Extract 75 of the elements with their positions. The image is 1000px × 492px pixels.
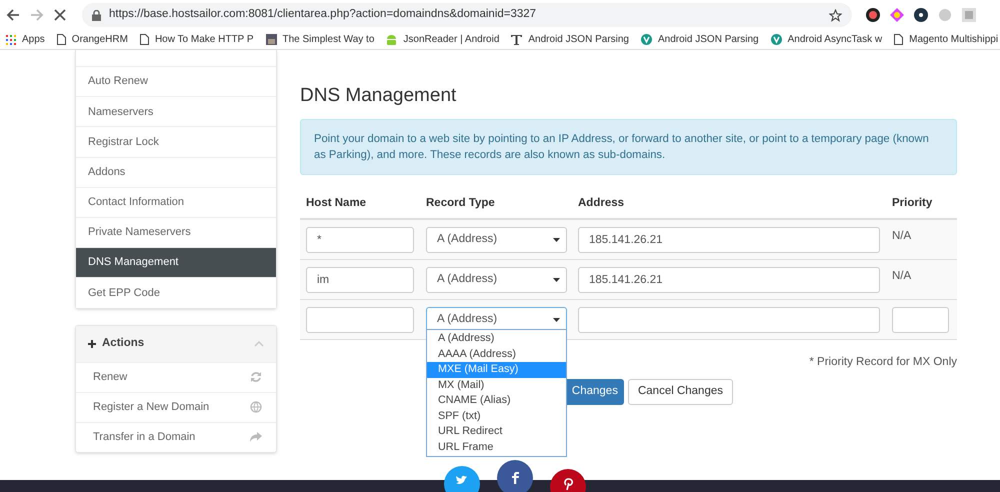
dropdown-option[interactable]: URL Redirect <box>427 424 566 440</box>
address-field[interactable] <box>578 306 880 332</box>
page-icon <box>894 34 904 45</box>
refresh-icon <box>250 371 262 383</box>
caret-icon <box>553 318 560 322</box>
record-type-select[interactable]: A (Address) <box>426 266 567 292</box>
p-logo-icon <box>564 478 572 490</box>
bookmark-link[interactable]: Magento Multishippi <box>909 32 998 47</box>
dropdown-option[interactable]: URL Frame <box>427 440 566 455</box>
sidebar-item[interactable]: Get EPP Code <box>76 277 276 308</box>
bookmark-star-icon[interactable] <box>829 8 842 22</box>
record-type-select[interactable]: A (Address) <box>426 226 567 252</box>
bookmark-link[interactable]: How To Make HTTP P <box>154 32 254 47</box>
bookmark-link[interactable]: Apps <box>22 32 45 47</box>
back-icon[interactable] <box>6 8 20 22</box>
sidebar-item[interactable]: Nameservers <box>76 96 276 126</box>
dropdown-option[interactable]: AAAA (Address) <box>427 346 566 362</box>
priority-value: N/A <box>891 228 912 244</box>
host-name-field[interactable]: im <box>306 266 414 292</box>
column-header: Record Type <box>425 196 496 211</box>
page-title: DNS Management <box>300 84 458 108</box>
facebook-button[interactable] <box>497 460 533 492</box>
page-icon <box>140 34 149 45</box>
chevron-up-icon <box>254 340 264 346</box>
sidebar-item[interactable]: Registrar Lock <box>76 126 276 157</box>
host-name-field[interactable] <box>306 306 414 332</box>
bookmark-link[interactable]: JsonReader | Android <box>403 32 500 47</box>
bookmark-link[interactable]: Android JSON Parsing <box>658 32 759 47</box>
caret-icon <box>553 278 560 282</box>
sidebar-item[interactable]: Addons <box>76 156 276 187</box>
bookmark-link[interactable]: Android JSON Parsing <box>528 32 629 47</box>
f-logo-icon <box>512 472 518 484</box>
priority-field[interactable] <box>892 306 949 332</box>
stop-icon[interactable] <box>54 9 66 21</box>
twitter-button[interactable] <box>444 466 480 492</box>
priority-note: * Priority Record for MX Only <box>809 354 957 370</box>
url-text: https://base.hostsailor.com:8081/clientarea.php?action=domaindns&domainid=3327 <box>109 7 538 22</box>
action-link[interactable]: Renew <box>76 362 276 392</box>
actions-panel-header[interactable]: Actions <box>76 326 276 362</box>
bookmark-link[interactable]: OrangeHRM <box>72 32 128 47</box>
bird-icon <box>456 475 468 485</box>
cancel-changes-button[interactable]: Cancel Changes <box>628 378 733 405</box>
dropdown-option[interactable]: A (Address) <box>427 331 566 346</box>
apps-grid-icon <box>6 34 16 44</box>
priority-value: N/A <box>891 268 912 284</box>
address-field[interactable]: 185.141.26.21 <box>578 226 880 252</box>
thumbnail-icon <box>266 34 276 45</box>
extension-icon[interactable] <box>914 8 928 22</box>
sidebar-item[interactable]: DNS Management <box>76 247 276 278</box>
sidebar-item[interactable]: Contact Information <box>76 186 276 217</box>
action-link[interactable]: Transfer in a Domain <box>76 422 276 452</box>
column-header: Priority <box>891 196 934 211</box>
extension-icon[interactable] <box>866 8 880 22</box>
plus-icon <box>88 340 96 348</box>
lock-icon <box>92 10 101 20</box>
action-link[interactable]: Register a New Domain <box>76 392 276 422</box>
actions-title: Actions <box>102 336 146 351</box>
dropdown-option[interactable]: SPF (txt) <box>427 408 566 424</box>
globe-icon <box>250 401 262 413</box>
address-bar[interactable]: https://base.hostsailor.com:8081/clientarea.php?action=domaindns&domainid=3327 <box>82 3 852 27</box>
sidebar-item[interactable]: Auto Renew <box>76 66 276 96</box>
info-alert: Point your domain to a web site by pointing to an IP Address, or forward to another site, or point to a temporary page (known as Parking), and more. These records are also known as sub-domains. <box>300 118 957 174</box>
bookmark-link[interactable]: Android AsyncTask w <box>788 32 882 47</box>
serif-t-icon <box>511 34 522 45</box>
page-icon <box>56 34 66 45</box>
sidebar-item[interactable]: Private Nameservers <box>76 216 276 248</box>
host-name-field[interactable]: * <box>306 226 414 252</box>
column-header: Address <box>577 196 626 211</box>
forward-arrow-icon <box>250 432 262 442</box>
column-header: Host Name <box>305 196 368 211</box>
robot-icon <box>386 34 398 46</box>
address-field[interactable]: 185.141.26.21 <box>578 266 880 292</box>
bookmark-link[interactable]: The Simplest Way to <box>282 32 374 47</box>
forward-icon[interactable] <box>30 8 44 22</box>
caret-icon <box>553 238 560 242</box>
